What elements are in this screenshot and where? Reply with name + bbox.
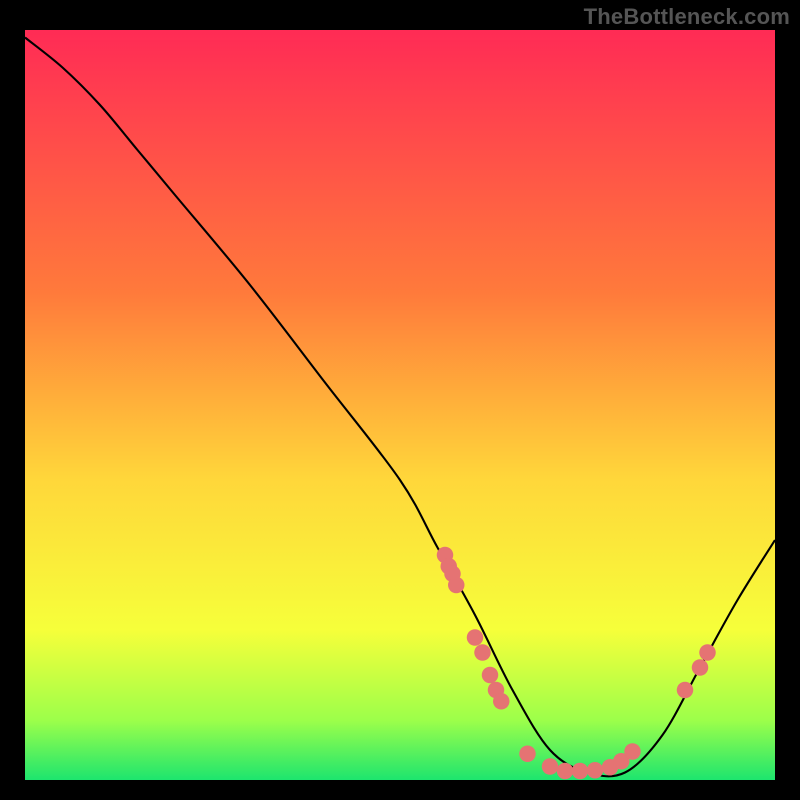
bottleneck-chart <box>25 30 775 780</box>
marker-point <box>482 667 499 684</box>
marker-point <box>542 758 559 774</box>
marker-point <box>519 746 536 763</box>
marker-point <box>474 644 491 661</box>
marker-point <box>557 763 574 779</box>
marker-point <box>677 682 694 699</box>
marker-point <box>587 762 604 778</box>
marker-point <box>467 629 484 646</box>
marker-point <box>692 659 709 676</box>
marker-point <box>493 693 510 710</box>
marker-point <box>572 763 589 779</box>
marker-point <box>448 577 465 594</box>
marker-point <box>699 644 716 661</box>
marker-point <box>624 743 641 759</box>
attribution-label: TheBottleneck.com <box>584 4 790 30</box>
gradient-background <box>25 30 775 780</box>
plot-area <box>25 30 775 780</box>
chart-container: TheBottleneck.com <box>0 0 800 800</box>
